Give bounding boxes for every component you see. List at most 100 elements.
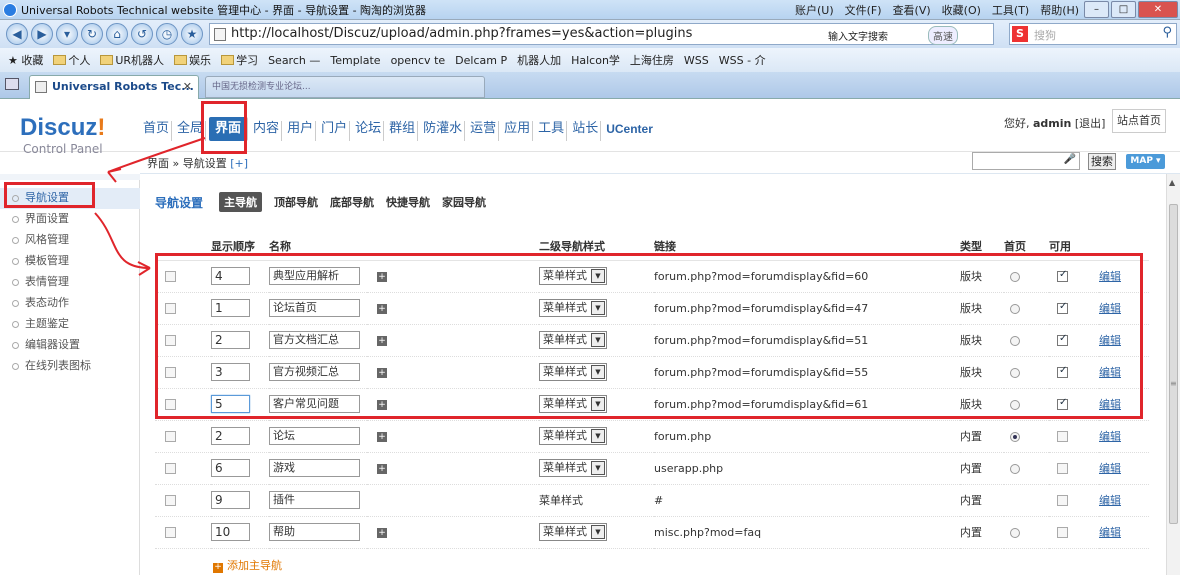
sidebar-item-editor[interactable]: 编辑器设置 xyxy=(0,335,140,356)
undo-icon[interactable]: ↺ xyxy=(131,23,153,45)
add-subnav-icon[interactable]: + xyxy=(377,431,387,442)
enabled-checkbox[interactable] xyxy=(1057,365,1068,378)
order-input[interactable]: 9 xyxy=(211,491,250,509)
sidebar-item-thread-stamps[interactable]: 主题鉴定 xyxy=(0,314,140,335)
nav-antispam[interactable]: 防灌水 xyxy=(421,121,466,141)
name-input[interactable]: 论坛 xyxy=(269,427,360,445)
bookmark-robot[interactable]: 机器人加 xyxy=(517,52,561,68)
home-radio[interactable] xyxy=(1010,335,1020,346)
forward-icon[interactable]: ▶ xyxy=(31,23,53,45)
order-input[interactable]: 5 xyxy=(211,395,250,413)
edit-link[interactable]: 编辑 xyxy=(1099,302,1121,315)
nav-home[interactable]: 首页 xyxy=(141,121,173,141)
menu-view[interactable]: 查看(V) xyxy=(893,2,931,18)
scroll-up-icon[interactable]: ▲ xyxy=(1169,178,1175,187)
home-radio[interactable] xyxy=(1010,303,1020,314)
add-subnav-icon[interactable]: + xyxy=(377,527,387,538)
home-radio[interactable] xyxy=(1010,271,1020,282)
favorite-star-icon[interactable]: ★ xyxy=(181,23,203,45)
edit-link[interactable]: 编辑 xyxy=(1099,270,1121,283)
bookmark-favorites[interactable]: ★ 收藏 xyxy=(8,52,43,68)
add-subnav-icon[interactable]: + xyxy=(377,335,387,346)
bookmark-delcam[interactable]: Delcam P xyxy=(455,54,507,67)
home-radio[interactable] xyxy=(1010,367,1020,378)
home-radio[interactable] xyxy=(1010,527,1020,538)
sidebar-item-templates[interactable]: 模板管理 xyxy=(0,251,140,272)
sidebar-item-nav-settings[interactable]: 导航设置 xyxy=(0,188,140,209)
tab-active[interactable]: Universal Robots Tec... ✕ xyxy=(29,75,199,99)
nav-operations[interactable]: 运营 xyxy=(468,121,500,141)
submenu-style-select[interactable]: 菜单样式 ▼ xyxy=(539,459,607,477)
sidebar-item-online-icons[interactable]: 在线列表图标 xyxy=(0,356,140,377)
delete-checkbox[interactable] xyxy=(165,271,176,282)
maximize-button[interactable]: □ xyxy=(1111,1,1136,18)
nav-users[interactable]: 用户 xyxy=(285,121,317,141)
bookmark-housing[interactable]: 上海住房 xyxy=(630,52,674,68)
nav-content[interactable]: 内容 xyxy=(251,121,283,141)
submenu-style-select[interactable]: 菜单样式 ▼ xyxy=(539,523,607,541)
site-home-button[interactable]: 站点首页 xyxy=(1112,109,1166,133)
tab-bottom-nav[interactable]: 底部导航 xyxy=(330,194,374,210)
map-button[interactable]: MAP ▾ xyxy=(1126,154,1165,169)
order-input[interactable]: 4 xyxy=(211,267,250,285)
page-scrollbar[interactable]: ▲ ≡ xyxy=(1166,174,1180,575)
tab-main-nav[interactable]: 主导航 xyxy=(219,192,263,212)
delete-checkbox[interactable] xyxy=(165,431,176,442)
enabled-checkbox[interactable] xyxy=(1057,431,1068,442)
name-input[interactable]: 客户常见问题 xyxy=(269,395,360,413)
nav-global[interactable]: 全局 xyxy=(175,121,207,141)
nav-tools[interactable]: 工具 xyxy=(536,121,568,141)
order-input[interactable]: 2 xyxy=(211,331,250,349)
enabled-checkbox[interactable] xyxy=(1057,333,1068,346)
name-input[interactable]: 论坛首页 xyxy=(269,299,360,317)
enabled-checkbox[interactable] xyxy=(1057,397,1068,410)
nav-ucenter[interactable]: UCenter xyxy=(604,121,655,141)
submenu-style-select[interactable]: 菜单样式 ▼ xyxy=(539,363,607,381)
bookmark-folder-study[interactable]: 学习 xyxy=(221,52,258,68)
add-shortcut-link[interactable]: [+] xyxy=(230,157,248,170)
home-icon[interactable]: ⌂ xyxy=(106,23,128,45)
admin-search-button[interactable]: 搜索 xyxy=(1088,153,1116,170)
delete-checkbox[interactable] xyxy=(165,303,176,314)
edit-link[interactable]: 编辑 xyxy=(1099,334,1121,347)
add-subnav-icon[interactable]: + xyxy=(377,367,387,378)
speed-mode-button[interactable]: 高速 xyxy=(928,26,958,45)
nav-forum[interactable]: 论坛 xyxy=(353,121,385,141)
back-icon[interactable]: ◀ xyxy=(6,23,28,45)
submenu-style-select[interactable]: 菜单样式 ▼ xyxy=(539,395,607,413)
name-input[interactable]: 插件 xyxy=(269,491,360,509)
edit-link[interactable]: 编辑 xyxy=(1099,366,1121,379)
bookmark-wss-intro[interactable]: WSS - 介 xyxy=(719,52,766,68)
close-window-button[interactable]: ✕ xyxy=(1138,1,1178,18)
name-input[interactable]: 帮助 xyxy=(269,523,360,541)
bookmark-template[interactable]: Template xyxy=(330,54,380,67)
edit-link[interactable]: 编辑 xyxy=(1099,430,1121,443)
name-input[interactable]: 典型应用解析 xyxy=(269,267,360,285)
sidebar-item-actions[interactable]: 表态动作 xyxy=(0,293,140,314)
add-subnav-icon[interactable]: + xyxy=(377,271,387,282)
history-icon[interactable]: ◷ xyxy=(156,23,178,45)
enabled-checkbox[interactable] xyxy=(1057,495,1068,506)
logout-link[interactable]: [退出] xyxy=(1075,117,1106,130)
bookmark-folder-personal[interactable]: 个人 xyxy=(53,52,90,68)
bookmark-search[interactable]: Search — xyxy=(268,54,320,67)
order-input[interactable]: 3 xyxy=(211,363,250,381)
tab-inactive[interactable]: 中国无损检测专业论坛... xyxy=(205,76,485,98)
sidebar-item-smilies[interactable]: 表情管理 xyxy=(0,272,140,293)
nav-webmaster[interactable]: 站长 xyxy=(570,121,602,141)
add-subnav-icon[interactable]: + xyxy=(377,463,387,474)
home-radio[interactable] xyxy=(1010,463,1020,474)
menu-tools[interactable]: 工具(T) xyxy=(992,2,1029,18)
enabled-checkbox[interactable] xyxy=(1057,527,1068,538)
bookmark-wss[interactable]: WSS xyxy=(684,54,709,67)
search-icon[interactable]: ⚲ xyxy=(1162,25,1172,40)
name-input[interactable]: 游戏 xyxy=(269,459,360,477)
name-input[interactable]: 官方视频汇总 xyxy=(269,363,360,381)
nav-groups[interactable]: 群组 xyxy=(387,121,419,141)
order-input[interactable]: 6 xyxy=(211,459,250,477)
nav-interface[interactable]: 界面 xyxy=(209,117,249,141)
sidebar-item-interface-settings[interactable]: 界面设置 xyxy=(0,209,140,230)
enabled-checkbox[interactable] xyxy=(1057,463,1068,474)
tab-quick-nav[interactable]: 快捷导航 xyxy=(386,194,430,210)
delete-checkbox[interactable] xyxy=(165,335,176,346)
